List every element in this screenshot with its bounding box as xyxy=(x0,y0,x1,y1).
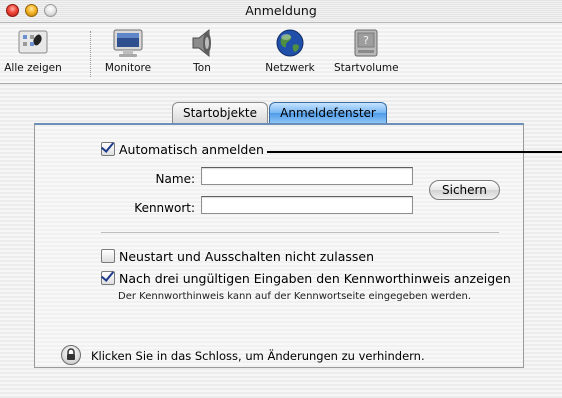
auto-login-checkbox[interactable] xyxy=(101,142,115,156)
toolbar-item-sound[interactable]: Ton xyxy=(182,27,222,74)
monitor-icon xyxy=(111,27,145,59)
password-field[interactable] xyxy=(201,196,413,214)
name-field[interactable] xyxy=(201,167,413,185)
auto-login-row[interactable]: Automatisch anmelden xyxy=(101,142,264,157)
password-label: Kennwort: xyxy=(134,201,195,215)
preferences-window: Anmeldung Alle zeigen Monitore Ton Netzw… xyxy=(0,0,562,398)
hint-row[interactable]: Nach drei ungültigen Eingaben den Kennwo… xyxy=(101,271,511,286)
hint-checkbox[interactable] xyxy=(101,271,115,285)
toolbar-item-label: Ton xyxy=(193,62,211,74)
title-bar[interactable]: Anmeldung xyxy=(0,0,562,23)
restart-checkbox[interactable] xyxy=(101,249,115,263)
auto-login-label: Automatisch anmelden xyxy=(119,142,264,157)
lock-text: Klicken Sie in das Schloss, um Änderunge… xyxy=(91,349,425,363)
toolbar-item-label: Startvolume xyxy=(334,62,399,74)
speaker-icon xyxy=(185,27,219,59)
restart-label: Neustart und Ausschalten nicht zulassen xyxy=(119,249,375,264)
hint-label: Nach drei ungültigen Eingaben den Kennwo… xyxy=(119,271,511,286)
globe-icon xyxy=(273,27,307,59)
hint-note: Der Kennworthinweis kann auf der Kennwor… xyxy=(118,291,472,302)
show-all-icon xyxy=(16,27,50,59)
tab-anmeldefenster[interactable]: Anmeldefenster xyxy=(269,102,387,123)
toolbar-separator xyxy=(90,31,92,77)
toolbar: Alle zeigen Monitore Ton Netzwerk ? Star… xyxy=(0,23,562,84)
name-label: Name: xyxy=(155,172,195,186)
toolbar-item-label: Netzwerk xyxy=(265,62,315,74)
lock-icon xyxy=(67,348,75,360)
tab-startobjekte[interactable]: Startobjekte xyxy=(172,102,268,123)
window-title: Anmeldung xyxy=(245,3,317,18)
callout-line xyxy=(267,151,562,153)
restart-row[interactable]: Neustart und Ausschalten nicht zulassen xyxy=(101,249,374,264)
section-divider xyxy=(101,232,499,233)
disk-icon: ? xyxy=(349,27,383,59)
save-button[interactable]: Sichern xyxy=(429,180,500,200)
toolbar-item-monitors[interactable]: Monitore xyxy=(100,27,156,74)
toolbar-item-startup-disk[interactable]: ? Startvolume xyxy=(334,27,399,74)
svg-text:?: ? xyxy=(363,34,369,47)
toolbar-item-label: Alle zeigen xyxy=(4,62,62,74)
toolbar-item-network[interactable]: Netzwerk xyxy=(262,27,318,74)
toolbar-item-label: Monitore xyxy=(104,62,152,74)
lock-button[interactable] xyxy=(61,345,81,365)
login-panel: Automatisch anmelden Name: Kennwort: Sic… xyxy=(34,123,562,368)
toolbar-item-show-all[interactable]: Alle zeigen xyxy=(2,27,64,74)
